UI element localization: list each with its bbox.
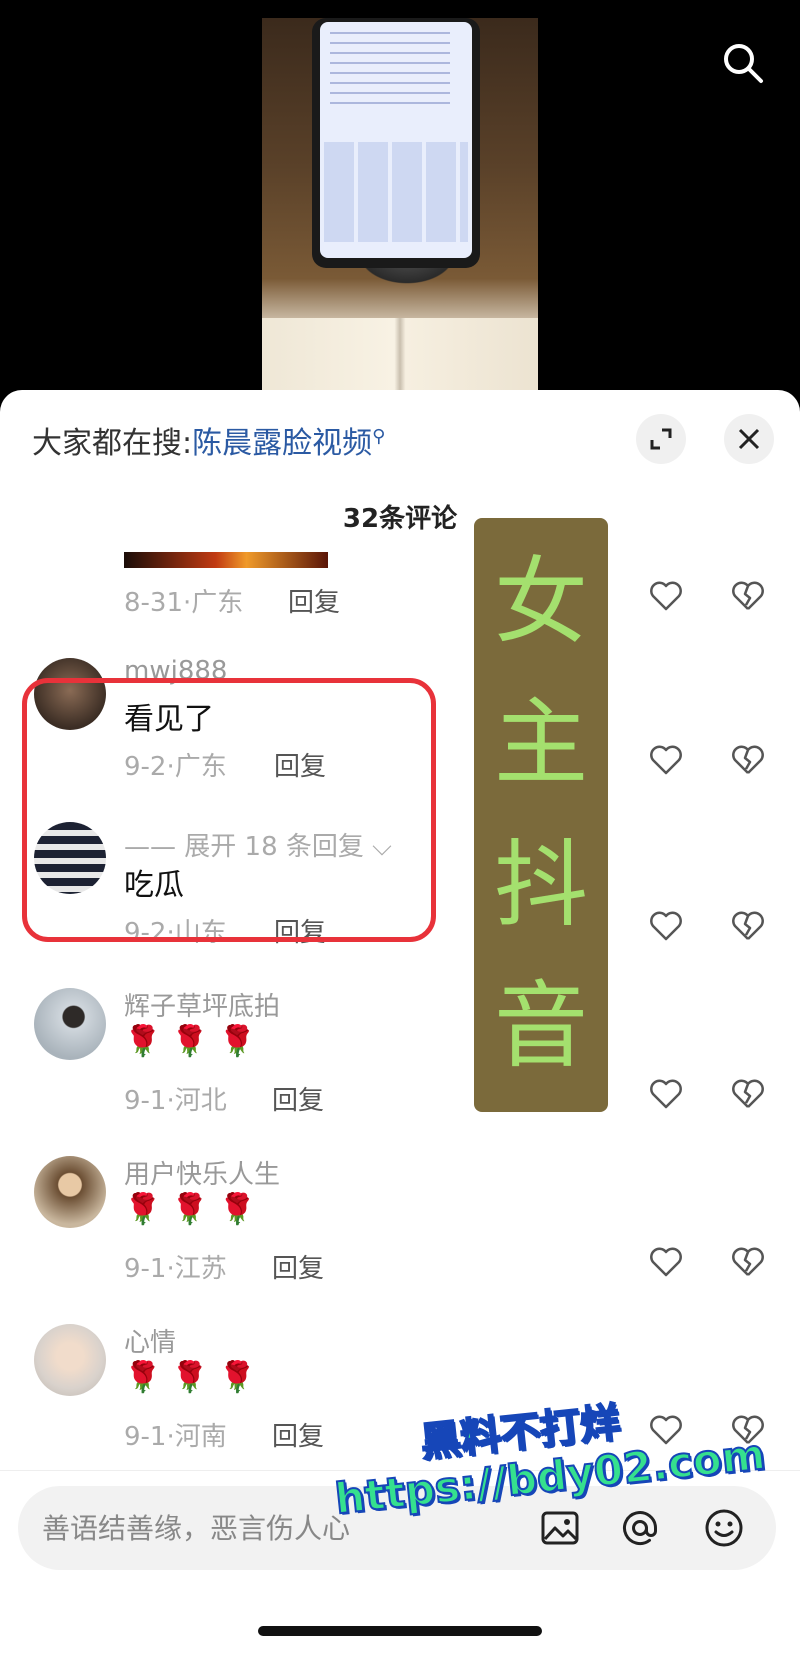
hot-search-keyword[interactable]: 陈晨露脸视频 <box>192 426 372 461</box>
comment-meta: 9-1·河南 <box>124 1422 227 1452</box>
annotation-box <box>22 678 436 942</box>
comment-count: 32条评论 <box>342 504 458 534</box>
broken-heart-icon[interactable] <box>730 742 766 778</box>
reply-button[interactable]: 回复 <box>272 1080 324 1117</box>
rose-emoji-text: 🌹🌹🌹 <box>124 1360 267 1395</box>
banner-char: 抖 <box>493 830 588 940</box>
hot-search-prefix: 大家都在搜: <box>32 426 193 461</box>
comment-meta: 9-1·河北 <box>124 1086 227 1116</box>
comment-meta: 9-1·江苏 <box>124 1254 227 1284</box>
comment-image[interactable] <box>124 552 328 568</box>
banner-char: 音 <box>493 972 588 1082</box>
broken-heart-icon[interactable] <box>730 1244 766 1280</box>
video-frame <box>262 18 538 390</box>
avatar[interactable] <box>34 1156 106 1228</box>
rose-emoji-text: 🌹🌹🌹 <box>124 1192 267 1227</box>
search-icon[interactable] <box>718 38 768 88</box>
reply-button[interactable]: 回复 <box>272 1248 324 1285</box>
close-button[interactable] <box>724 414 774 464</box>
banner-char: 女 <box>493 547 588 657</box>
heart-icon[interactable] <box>648 742 684 778</box>
mention-icon[interactable] <box>618 1506 662 1550</box>
heart-icon[interactable] <box>648 1244 684 1280</box>
broken-heart-icon[interactable] <box>730 1076 766 1112</box>
overlay-banner: 女 主 抖 音 <box>474 518 608 1112</box>
rose-emoji-text: 🌹🌹🌹 <box>124 1024 267 1059</box>
search-small-icon: ⚲ <box>372 426 386 447</box>
broken-heart-icon[interactable] <box>730 578 766 614</box>
expand-icon <box>650 428 672 450</box>
avatar[interactable] <box>34 1324 106 1396</box>
home-indicator[interactable] <box>258 1626 542 1636</box>
close-icon <box>738 428 760 450</box>
comment-username[interactable]: 用户快乐人生 <box>124 1154 280 1191</box>
heart-icon[interactable] <box>648 908 684 944</box>
comment-username[interactable]: 心情 <box>124 1322 176 1359</box>
banner-char: 主 <box>493 689 588 799</box>
reply-button[interactable]: 回复 <box>272 1416 324 1453</box>
book-image <box>262 318 538 390</box>
comment-meta: 8-31·广东 <box>124 588 244 618</box>
video-player[interactable] <box>0 0 800 400</box>
comment-username[interactable]: 辉子草坪底拍 <box>124 986 280 1023</box>
broken-heart-icon[interactable] <box>730 908 766 944</box>
avatar[interactable] <box>34 988 106 1060</box>
heart-icon[interactable] <box>648 1076 684 1112</box>
reply-button[interactable]: 回复 <box>288 582 340 619</box>
emoji-icon[interactable] <box>702 1506 746 1550</box>
hot-search-bar[interactable]: 大家都在搜:陈晨露脸视频⚲ <box>32 418 385 462</box>
phone-image <box>312 18 480 268</box>
heart-icon[interactable] <box>648 578 684 614</box>
expand-button[interactable] <box>636 414 686 464</box>
image-icon[interactable] <box>538 1506 582 1550</box>
